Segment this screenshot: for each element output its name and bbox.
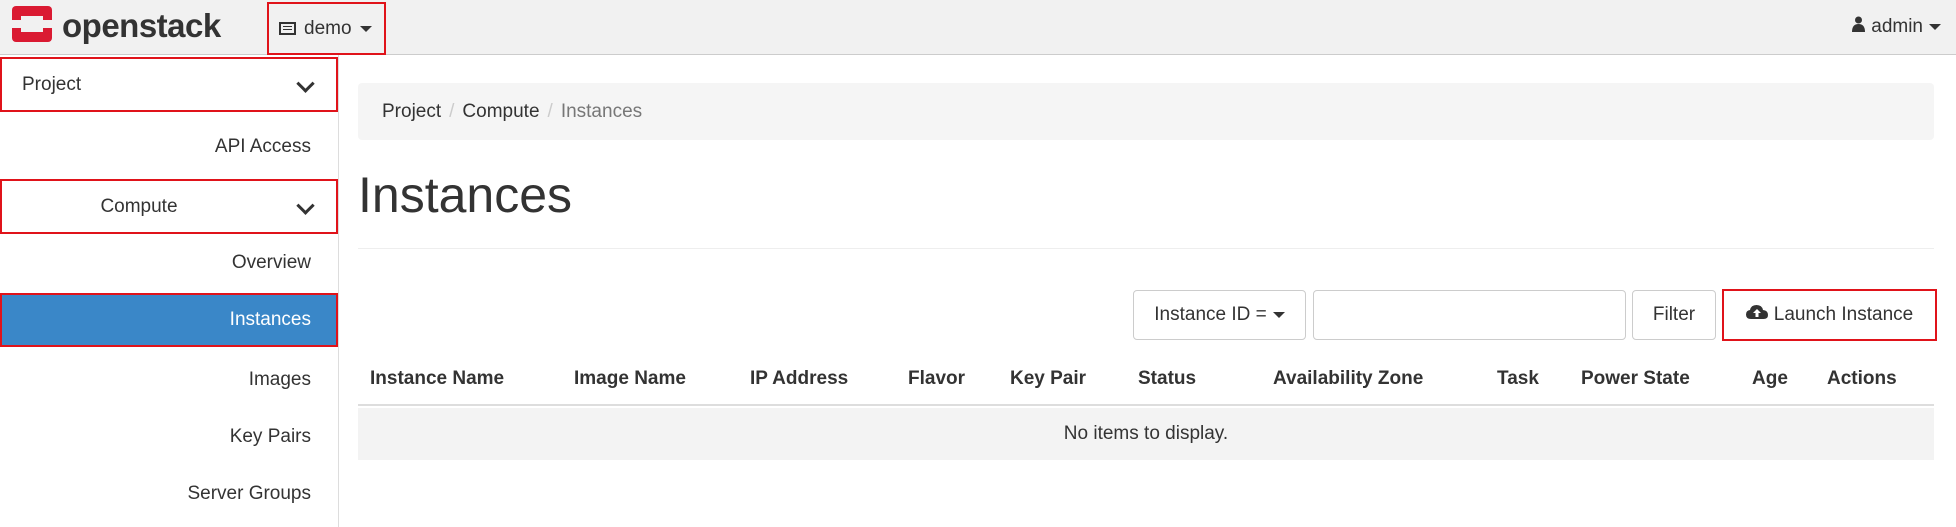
chevron-down-icon [296,74,315,93]
breadcrumb-separator: / [449,100,455,122]
divider [358,248,1934,249]
empty-message: No items to display. [1063,423,1229,444]
column-header[interactable]: Task [1497,368,1539,390]
sidebar-project-header[interactable]: Project [0,57,338,112]
user-icon [1852,16,1866,38]
sidebar-item-label: Key Pairs [229,426,311,447]
sidebar-compute-label: Compute [100,195,178,217]
caret-down-icon [1929,24,1941,30]
column-header[interactable]: Flavor [908,368,965,390]
sidebar-item-label: Instances [229,309,311,330]
sidebar-item-instances[interactable]: Instances [0,293,338,347]
breadcrumb-project[interactable]: Project [382,101,441,123]
sidebar-item-label: Server Groups [187,483,311,504]
chevron-down-icon [296,196,315,215]
launch-instance-button[interactable]: Launch Instance [1722,289,1937,341]
breadcrumb-separator: / [547,100,553,122]
column-header[interactable]: IP Address [750,368,848,390]
user-menu-dropdown[interactable]: admin [1852,16,1941,38]
cloud-upload-icon [1745,304,1768,326]
top-navbar: openstack demo admin [0,0,1956,55]
filter-input[interactable] [1313,290,1626,340]
sidebar-item-api-access[interactable]: API Access [0,136,338,166]
project-icon [279,22,296,35]
table-header: Instance Name Image Name IP Address Flav… [358,358,1934,406]
sidebar-compute-header[interactable]: Compute [0,179,338,234]
project-selector-label: demo [304,17,352,39]
column-header[interactable]: Power State [1581,368,1690,390]
column-header[interactable]: Key Pair [1010,368,1086,390]
page-title: Instances [358,167,573,223]
sidebar-project-label: Project [22,73,82,95]
openstack-logo-icon [10,4,54,49]
user-menu-label: admin [1871,16,1923,37]
sidebar-item-overview[interactable]: Overview [0,252,338,282]
filter-button[interactable]: Filter [1632,290,1716,340]
filter-button-label: Filter [1652,304,1696,325]
breadcrumb-instances: Instances [560,100,643,122]
column-header[interactable]: Age [1752,368,1788,390]
caret-down-icon [1272,312,1285,318]
sidebar-item-key-pairs[interactable]: Key Pairs [0,426,338,456]
sidebar-item-label: Overview [231,252,311,273]
brand-name: openstack [62,7,221,44]
launch-instance-label: Launch Instance [1773,304,1914,325]
openstack-logo[interactable]: openstack [10,4,221,49]
filter-field-label: Instance ID = [1154,304,1267,325]
breadcrumb: Project / Compute / Instances [358,83,1934,140]
sidebar-item-server-groups[interactable]: Server Groups [0,483,338,513]
column-header[interactable]: Image Name [574,368,686,390]
sidebar: Project API Access Compute Overview Inst… [0,55,339,527]
sidebar-item-label: Images [248,369,311,390]
column-header[interactable]: Availability Zone [1273,368,1423,390]
breadcrumb-compute[interactable]: Compute [462,101,539,123]
table-empty-row: No items to display. [358,408,1934,460]
caret-down-icon [359,25,372,32]
column-header[interactable]: Instance Name [370,368,504,390]
column-header: Actions [1827,368,1897,389]
sidebar-item-images[interactable]: Images [0,369,338,399]
project-selector-dropdown[interactable]: demo [267,2,386,55]
column-header[interactable]: Status [1138,368,1196,390]
filter-field-dropdown[interactable]: Instance ID = [1133,290,1306,340]
sidebar-item-label: API Access [214,136,311,157]
